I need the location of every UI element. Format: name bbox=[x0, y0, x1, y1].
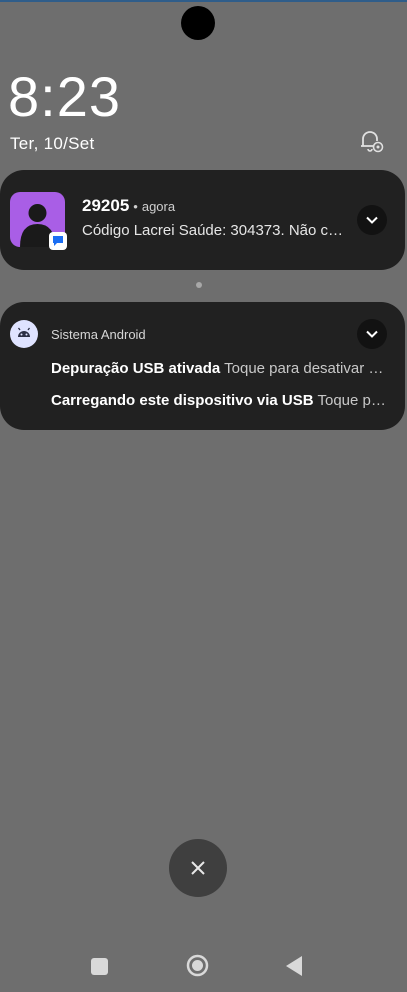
usb-debugging-title: Depuração USB ativada bbox=[51, 360, 221, 377]
system-notification[interactable]: Sistema Android Depuração USB ativada To… bbox=[0, 302, 405, 430]
sender-number: 29205 bbox=[82, 196, 130, 215]
date: Ter, 10/Set bbox=[10, 134, 95, 153]
usb-charging-title: Carregando este dispositivo via USB bbox=[51, 392, 314, 409]
chevron-down-icon bbox=[366, 330, 378, 338]
notification-time: agora bbox=[141, 199, 176, 214]
expand-button[interactable] bbox=[357, 205, 387, 235]
home-button[interactable] bbox=[186, 954, 209, 977]
clear-all-button[interactable] bbox=[169, 839, 227, 897]
system-app-name: Sistema Android bbox=[51, 327, 146, 342]
close-icon bbox=[191, 861, 205, 875]
usb-debugging-line[interactable]: Depuração USB ativada Toque para desativ… bbox=[51, 360, 387, 377]
navigation-bar bbox=[0, 942, 407, 992]
usb-charging-text: Toque para mais opções. bbox=[317, 392, 387, 409]
lock-screen: 8:23 Ter, 10/Set 29205 • agora Código Lacr… bbox=[0, 0, 407, 992]
back-button[interactable] bbox=[285, 955, 303, 977]
front-camera bbox=[181, 6, 215, 40]
usb-charging-line[interactable]: Carregando este dispositivo via USB Toqu… bbox=[51, 392, 387, 409]
bell-settings-icon[interactable] bbox=[356, 126, 386, 156]
page-indicator bbox=[196, 282, 202, 288]
separator: • bbox=[133, 199, 138, 214]
expand-button[interactable] bbox=[357, 319, 387, 349]
android-icon bbox=[10, 320, 38, 348]
notification-title: 29205 • agora bbox=[82, 196, 175, 216]
notification-body: Código Lacrei Saúde: 304373. Não compart… bbox=[82, 222, 346, 239]
message-notification[interactable]: 29205 • agora Código Lacrei Saúde: 304373.… bbox=[0, 170, 405, 270]
clock: 8:23 bbox=[8, 65, 121, 128]
messages-badge-icon bbox=[49, 232, 67, 250]
chevron-down-icon bbox=[366, 216, 378, 224]
recent-apps-button[interactable] bbox=[91, 958, 108, 975]
usb-debugging-text: Toque para desativar a depuração USB. bbox=[224, 360, 387, 377]
